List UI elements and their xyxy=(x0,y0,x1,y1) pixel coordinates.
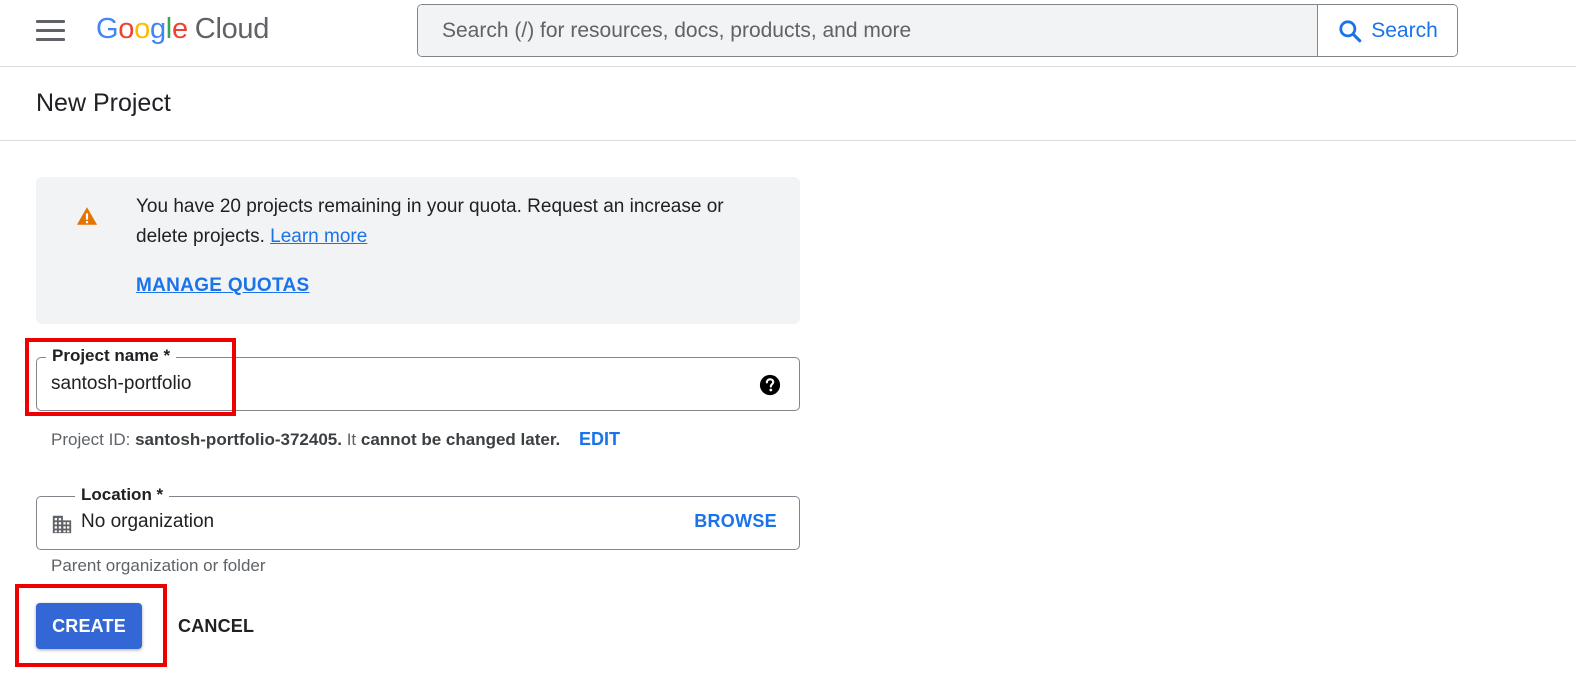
quota-notice: You have 20 projects remaining in your q… xyxy=(36,177,800,324)
browse-button[interactable]: BROWSE xyxy=(694,511,777,532)
learn-more-link[interactable]: Learn more xyxy=(270,226,367,247)
location-helper-text: Parent organization or folder xyxy=(51,556,266,575)
search-icon xyxy=(1339,19,1362,42)
help-icon[interactable] xyxy=(759,374,781,396)
location-label: Location * xyxy=(75,484,170,506)
warning-icon xyxy=(76,207,98,225)
search-bar: Search xyxy=(417,4,1458,57)
create-button[interactable]: CREATE xyxy=(36,603,142,649)
search-button[interactable]: Search xyxy=(1317,5,1457,56)
page-title: New Project xyxy=(36,89,171,117)
logo-letter: o xyxy=(134,13,150,45)
logo-cloud-text: Cloud xyxy=(194,13,270,45)
project-name-label: Project name * xyxy=(46,345,177,367)
location-value: No organization xyxy=(81,511,215,532)
project-id-prefix: Project ID: xyxy=(51,430,131,449)
project-name-field: Project name * xyxy=(36,345,800,411)
organization-icon xyxy=(52,515,72,534)
project-id-it: It xyxy=(346,430,357,449)
logo-letter: e xyxy=(171,13,188,45)
quota-message-block: You have 20 projects remaining in your q… xyxy=(136,192,756,252)
search-input[interactable] xyxy=(418,5,1317,56)
project-name-input[interactable] xyxy=(51,370,731,398)
menu-icon[interactable] xyxy=(36,20,66,42)
logo-letter: g xyxy=(149,13,166,45)
quota-message: You have 20 projects remaining in your q… xyxy=(136,196,724,247)
logo-letter: o xyxy=(118,13,135,45)
top-bar: Google Cloud Search xyxy=(0,0,1576,67)
project-id-note: cannot be changed later. xyxy=(360,430,561,449)
google-cloud-logo[interactable]: Google Cloud xyxy=(96,13,269,46)
location-field[interactable]: Location * No organization BROWSE xyxy=(36,484,800,550)
manage-quotas-link[interactable]: MANAGE QUOTAS xyxy=(136,275,310,297)
edit-project-id-button[interactable]: EDIT xyxy=(579,429,620,449)
page-header: New Project xyxy=(0,67,1576,141)
cancel-button[interactable]: CANCEL xyxy=(166,603,266,649)
project-id-value: santosh-portfolio-372405. xyxy=(135,430,342,449)
project-id-info: Project ID: santosh-portfolio-372405. It… xyxy=(51,429,620,450)
logo-letter: G xyxy=(96,13,119,45)
search-button-label: Search xyxy=(1371,18,1438,42)
